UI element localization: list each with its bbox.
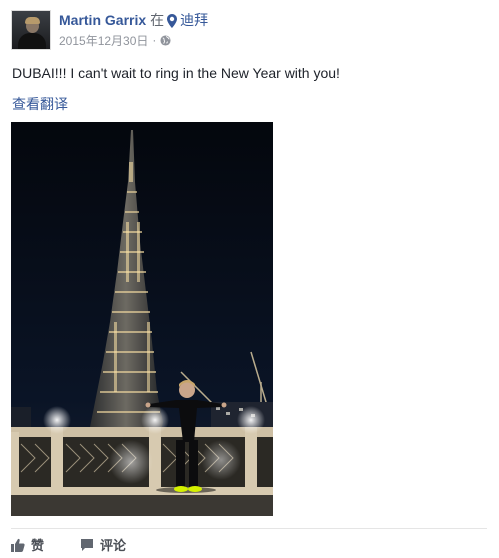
facebook-post: Martin Garrix 在 迪拜 2015年12月30日 · DUBAI!!…: [0, 0, 499, 558]
author-name-link[interactable]: Martin Garrix: [59, 12, 146, 28]
post-header: Martin Garrix 在 迪拜 2015年12月30日 ·: [11, 10, 208, 52]
post-meta: Martin Garrix 在 迪拜 2015年12月30日 ·: [59, 10, 208, 49]
comment-button[interactable]: 评论: [80, 535, 126, 554]
globe-icon[interactable]: [160, 34, 171, 46]
actions-divider: [11, 528, 487, 529]
comment-bubble-icon: [81, 538, 94, 551]
post-date-link[interactable]: 2015年12月30日: [59, 32, 148, 49]
comment-label: 评论: [100, 538, 127, 553]
post-actions: 赞 评论: [11, 535, 162, 554]
at-label: 在: [150, 12, 165, 28]
thumbs-up-icon: [11, 538, 25, 552]
see-translation-link[interactable]: 查看翻译: [12, 94, 68, 114]
location-link[interactable]: 迪拜: [180, 10, 208, 30]
author-avatar[interactable]: [11, 10, 51, 50]
meta-separator: ·: [152, 33, 157, 47]
post-photo[interactable]: [11, 122, 273, 516]
post-text: DUBAI!!! I can't wait to ring in the New…: [12, 65, 340, 81]
location-pin-icon: [167, 14, 178, 28]
like-label: 赞: [31, 538, 45, 553]
like-button[interactable]: 赞: [11, 535, 44, 554]
